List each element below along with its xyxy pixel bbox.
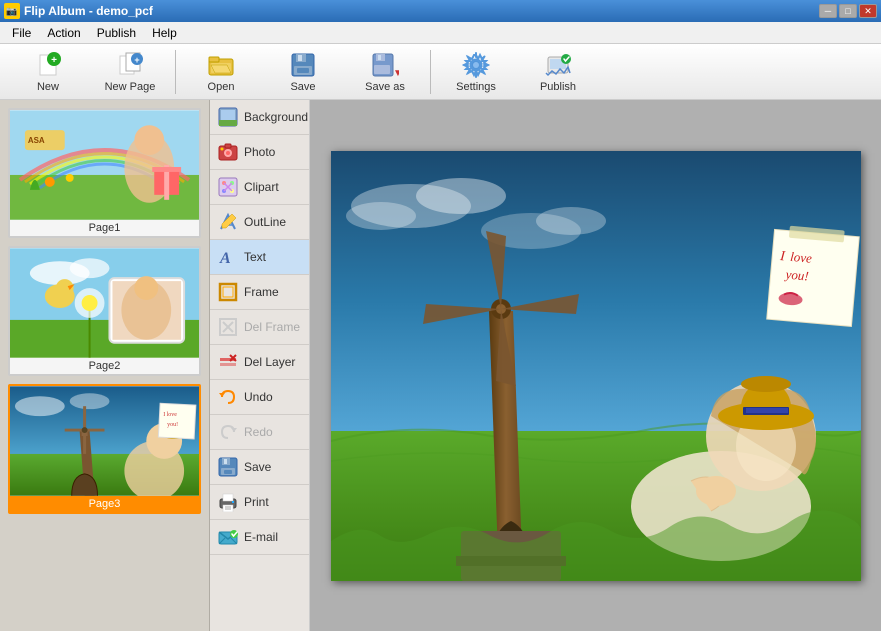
page-thumb-img-1: ASA xyxy=(10,110,199,220)
svg-text:+: + xyxy=(134,55,139,65)
photo-icon xyxy=(218,142,238,162)
new-icon: + xyxy=(34,51,62,79)
app-icon: 📷 xyxy=(4,3,20,19)
frame-icon xyxy=(218,282,238,302)
page-thumb-2[interactable]: Page2 xyxy=(8,246,201,376)
toolbar-saveas-button[interactable]: ▼ Save as xyxy=(345,48,425,96)
toolbar-newpage-label: New Page xyxy=(105,81,156,93)
minimize-button[interactable]: ─ xyxy=(819,4,837,18)
del-frame-label: Del Frame xyxy=(244,320,300,334)
toolbar-publish-button[interactable]: Publish xyxy=(518,48,598,96)
canvas-area: I love you! xyxy=(310,100,881,631)
background-icon xyxy=(218,107,238,127)
title-bar-left: 📷 Flip Album - demo_pcf xyxy=(4,3,153,19)
toolbar-new-button[interactable]: + New xyxy=(8,48,88,96)
undo-icon xyxy=(218,387,238,407)
tool-redo: Redo xyxy=(210,415,309,450)
tool-print[interactable]: Print xyxy=(210,485,309,520)
page3-label: Page3 xyxy=(10,496,199,512)
page-thumb-1[interactable]: ASA Page1 xyxy=(8,108,201,238)
tool-clipart[interactable]: Clipart xyxy=(210,170,309,205)
publish-icon xyxy=(544,51,572,79)
page1-label: Page1 xyxy=(10,220,199,236)
outline-label: OutLine xyxy=(244,215,286,229)
main-toolbar: + New + New Page Open xyxy=(0,44,881,100)
del-layer-icon xyxy=(218,352,238,372)
svg-text:you!: you! xyxy=(167,422,178,428)
del-frame-icon xyxy=(218,317,238,337)
tool-email[interactable]: E-mail xyxy=(210,520,309,555)
open-icon xyxy=(207,51,235,79)
title-bar: 📷 Flip Album - demo_pcf ─ □ ✕ xyxy=(0,0,881,22)
save-as-icon: ▼ xyxy=(371,51,399,79)
print-label: Print xyxy=(244,495,269,509)
toolbar-separator-1 xyxy=(175,50,176,94)
menu-bar: File Action Publish Help xyxy=(0,22,881,44)
svg-text:▼: ▼ xyxy=(393,68,399,78)
clipart-label: Clipart xyxy=(244,180,279,194)
text-icon: A xyxy=(218,247,238,267)
toolbar-new-label: New xyxy=(37,81,59,93)
pages-panel: ASA Page1 xyxy=(0,100,210,631)
text-label: Text xyxy=(244,250,266,264)
tool-photo[interactable]: Photo xyxy=(210,135,309,170)
svg-text:A: A xyxy=(219,250,231,267)
main-area: ASA Page1 xyxy=(0,100,881,631)
tools-panel: Background Photo xyxy=(210,100,310,631)
svg-text:you!: you! xyxy=(783,266,809,283)
maximize-button[interactable]: □ xyxy=(839,4,857,18)
page-thumb-img-2 xyxy=(10,248,199,358)
photo-label: Photo xyxy=(244,145,275,159)
tool-save[interactable]: Save xyxy=(210,450,309,485)
page-thumb-3[interactable]: I love you! Page3 xyxy=(8,384,201,514)
close-button[interactable]: ✕ xyxy=(859,4,877,18)
redo-icon xyxy=(218,422,238,442)
menu-help[interactable]: Help xyxy=(144,24,185,42)
tool-background[interactable]: Background xyxy=(210,100,309,135)
toolbar-saveas-label: Save as xyxy=(365,81,405,93)
toolbar-open-button[interactable]: Open xyxy=(181,48,261,96)
toolbar-open-label: Open xyxy=(208,81,235,93)
tool-text[interactable]: A Text xyxy=(210,240,309,275)
toolbar-newpage-button[interactable]: + New Page xyxy=(90,48,170,96)
menu-file[interactable]: File xyxy=(4,24,39,42)
svg-text:+: + xyxy=(51,55,57,66)
app-title: Flip Album - demo_pcf xyxy=(24,4,153,18)
undo-label: Undo xyxy=(244,390,273,404)
page2-label: Page2 xyxy=(10,358,199,374)
settings-icon xyxy=(462,51,490,79)
page-thumb-img-3: I love you! xyxy=(10,386,199,496)
tool-outline[interactable]: OutLine xyxy=(210,205,309,240)
background-label: Background xyxy=(244,110,308,124)
menu-action[interactable]: Action xyxy=(39,24,88,42)
svg-text:ASA: ASA xyxy=(28,136,45,145)
toolbar-settings-button[interactable]: Settings xyxy=(436,48,516,96)
tool-save-label: Save xyxy=(244,460,271,474)
toolbar-save-button[interactable]: Save xyxy=(263,48,343,96)
svg-text:I love: I love xyxy=(163,412,177,418)
outline-icon xyxy=(218,212,238,232)
print-icon xyxy=(218,492,238,512)
email-icon xyxy=(218,527,238,547)
frame-label: Frame xyxy=(244,285,279,299)
toolbar-publish-label: Publish xyxy=(540,81,576,93)
toolbar-save-label: Save xyxy=(290,81,315,93)
del-layer-label: Del Layer xyxy=(244,355,295,369)
toolbar-separator-2 xyxy=(430,50,431,94)
save-icon xyxy=(289,51,317,79)
page-canvas[interactable]: I love you! xyxy=(331,151,861,581)
clipart-icon xyxy=(218,177,238,197)
tool-frame[interactable]: Frame xyxy=(210,275,309,310)
new-page-icon: + xyxy=(116,51,144,79)
menu-publish[interactable]: Publish xyxy=(89,24,144,42)
redo-label: Redo xyxy=(244,425,273,439)
tool-save-icon xyxy=(218,457,238,477)
email-label: E-mail xyxy=(244,530,278,544)
tool-del-frame: Del Frame xyxy=(210,310,309,345)
tool-undo[interactable]: Undo xyxy=(210,380,309,415)
toolbar-settings-label: Settings xyxy=(456,81,496,93)
tool-del-layer[interactable]: Del Layer xyxy=(210,345,309,380)
svg-text:love: love xyxy=(789,248,812,265)
window-controls: ─ □ ✕ xyxy=(819,4,877,18)
